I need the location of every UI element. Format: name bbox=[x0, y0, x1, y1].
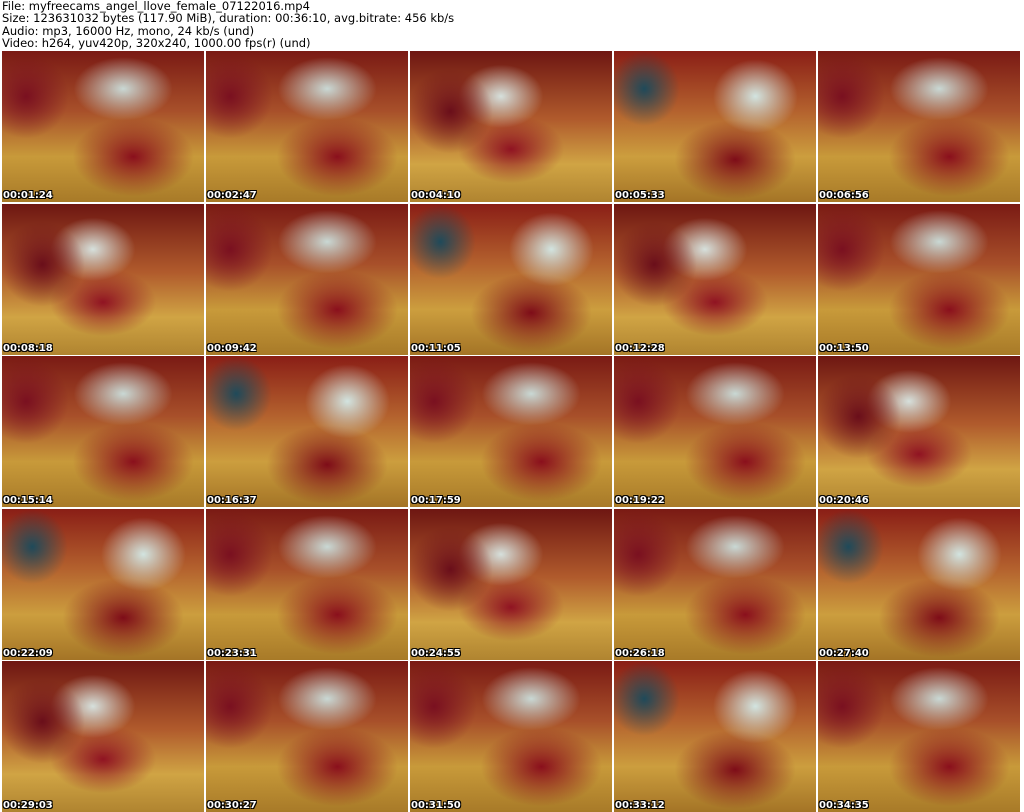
timestamp: 00:23:31 bbox=[207, 647, 257, 659]
timestamp: 00:29:03 bbox=[3, 800, 53, 811]
timestamp: 00:30:27 bbox=[207, 800, 257, 811]
thumbnail: 00:20:46 bbox=[818, 356, 1020, 507]
thumbnail: 00:31:50 bbox=[410, 661, 612, 812]
thumbnail: 00:22:09 bbox=[2, 508, 204, 660]
thumbnail: 00:30:27 bbox=[206, 661, 408, 812]
timestamp: 00:04:10 bbox=[411, 190, 461, 201]
timestamp: 00:12:28 bbox=[615, 342, 665, 354]
timestamp: 00:09:42 bbox=[207, 342, 257, 354]
timestamp: 00:17:59 bbox=[411, 495, 461, 506]
thumbnail: 00:24:55 bbox=[410, 508, 612, 660]
timestamp: 00:24:55 bbox=[411, 647, 461, 659]
timestamp: 00:16:37 bbox=[207, 495, 257, 506]
file-info: File: myfreecams_angel_llove_female_0712… bbox=[2, 0, 454, 49]
timestamp: 00:11:05 bbox=[411, 342, 461, 354]
timestamp: 00:19:22 bbox=[615, 495, 665, 506]
timestamp: 00:20:46 bbox=[819, 495, 869, 506]
thumbnail: 00:33:12 bbox=[614, 661, 816, 812]
thumbnail: 00:05:33 bbox=[614, 51, 816, 202]
timestamp: 00:06:56 bbox=[819, 190, 869, 201]
thumbnail: 00:11:05 bbox=[410, 203, 612, 355]
video-info: Video: h264, yuv420p, 320x240, 1000.00 f… bbox=[2, 35, 311, 50]
thumbnail: 00:09:42 bbox=[206, 203, 408, 355]
file-size: Size: 123631032 bytes (117.90 MiB), dura… bbox=[2, 11, 455, 26]
timestamp: 00:05:33 bbox=[615, 190, 665, 201]
thumbnail: 00:01:24 bbox=[2, 51, 204, 202]
thumbnail: 00:27:40 bbox=[818, 508, 1020, 660]
timestamp: 00:22:09 bbox=[3, 647, 53, 659]
timestamp: 00:26:18 bbox=[615, 647, 665, 659]
thumbnail: 00:13:50 bbox=[818, 203, 1020, 355]
thumbnail-grid: 00:01:24 00:02:47 00:04:10 00:05:33 00:06:56… bbox=[2, 51, 1020, 812]
timestamp: 00:01:24 bbox=[3, 190, 53, 201]
thumbnail: 00:17:59 bbox=[410, 356, 612, 507]
timestamp: 00:34:35 bbox=[819, 800, 869, 811]
thumbnail: 00:19:22 bbox=[614, 356, 816, 507]
thumbnail: 00:06:56 bbox=[818, 51, 1020, 202]
thumbnail: 00:26:18 bbox=[614, 508, 816, 660]
timestamp: 00:08:18 bbox=[3, 342, 53, 354]
timestamp: 00:13:50 bbox=[819, 342, 869, 354]
timestamp: 00:33:12 bbox=[615, 800, 665, 811]
thumbnail: 00:23:31 bbox=[206, 508, 408, 660]
timestamp: 00:02:47 bbox=[207, 190, 257, 201]
thumbnail: 00:16:37 bbox=[206, 356, 408, 507]
thumbnail: 00:34:35 bbox=[818, 661, 1020, 812]
thumbnail: 00:29:03 bbox=[2, 661, 204, 812]
thumbnail: 00:15:14 bbox=[2, 356, 204, 507]
timestamp: 00:31:50 bbox=[411, 800, 461, 811]
thumbnail: 00:08:18 bbox=[2, 203, 204, 355]
timestamp: 00:15:14 bbox=[3, 495, 53, 506]
thumbnail: 00:04:10 bbox=[410, 51, 612, 202]
thumbnail: 00:02:47 bbox=[206, 51, 408, 202]
timestamp: 00:27:40 bbox=[819, 647, 869, 659]
thumbnail: 00:12:28 bbox=[614, 203, 816, 355]
